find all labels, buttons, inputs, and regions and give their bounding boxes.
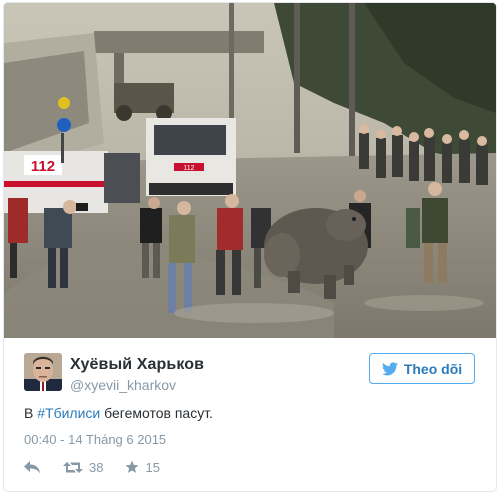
follow-label: Theo dõi [403, 360, 463, 377]
tweet-card: 112 112 Хуёвый Харьков @xyevii_kharkov T… [3, 2, 497, 492]
tweet-timestamp[interactable]: 00:40 - 14 Tháng 6 2015 [24, 432, 166, 447]
tweet-actions: 38 15 [24, 458, 182, 476]
tweet-text: В #Тбилиси бегемотов пасут. [24, 405, 213, 421]
display-name[interactable]: Хуёвый Харьков [70, 356, 204, 374]
van-sign: 112 [31, 158, 55, 175]
tweet-text-prefix: В [24, 405, 38, 421]
tweet-photo[interactable]: 112 112 [4, 3, 496, 338]
avatar[interactable] [24, 353, 62, 391]
truck-sign: 112 [183, 165, 194, 172]
tweet-body: Хуёвый Харьков @xyevii_kharkov Theo dõi … [4, 339, 496, 491]
tweet-text-suffix: бегемотов пасут. [100, 405, 213, 421]
like-count: 15 [145, 459, 160, 475]
follow-button[interactable]: Theo dõi [369, 353, 475, 384]
like-button[interactable]: 15 [125, 459, 160, 475]
hashtag-link[interactable]: #Тбилиси [37, 405, 100, 421]
flood-street-photo: 112 112 [4, 3, 496, 338]
twitter-bird-icon [381, 361, 398, 375]
user-handle[interactable]: @xyevii_kharkov [70, 377, 176, 393]
reply-button[interactable] [24, 460, 41, 474]
retweet-button[interactable]: 38 [63, 460, 103, 475]
star-icon [126, 460, 139, 473]
reply-arrow-icon [24, 460, 40, 473]
retweet-count: 38 [89, 459, 104, 475]
avatar-image [24, 353, 62, 391]
retweet-icon [63, 461, 83, 473]
